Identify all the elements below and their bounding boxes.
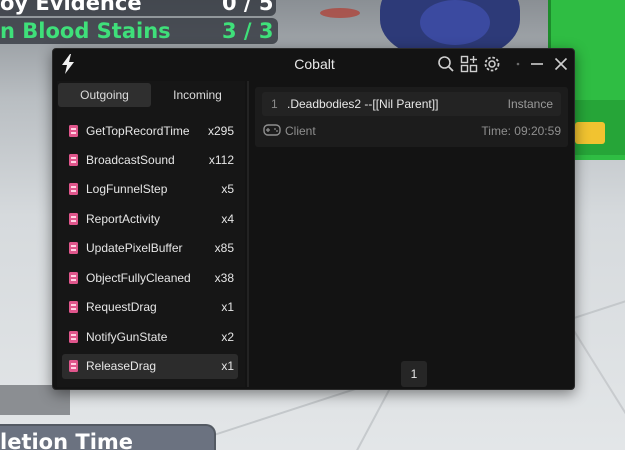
remote-name: GetTopRecordTime — [86, 124, 190, 138]
completion-time-panel: letion Time — [0, 424, 216, 450]
remote-item-gettoprecordtime[interactable]: GetTopRecordTime x295 — [62, 119, 238, 144]
titlebar[interactable]: Cobalt — [53, 49, 576, 79]
objective-evidence: oy Evidence 0 / 5 — [0, 0, 276, 16]
call-details-panel: 1 .Deadbodies2 --[[Nil Parent]] Instance… — [251, 81, 571, 387]
remote-item-requestdrag[interactable]: RequestDrag x1 — [62, 295, 238, 320]
remote-name: ObjectFullyCleaned — [86, 271, 191, 285]
close-icon[interactable] — [552, 55, 570, 73]
remote-item-releasedrag[interactable]: ReleaseDrag x1 — [62, 354, 238, 379]
remote-call-count: x4 — [221, 212, 234, 226]
remote-name: BroadcastSound — [86, 153, 175, 167]
objective-blood-stains: n Blood Stains 3 / 3 — [0, 18, 278, 44]
remote-event-icon — [69, 242, 78, 254]
completion-time-label: letion Time — [0, 430, 134, 450]
minimize-icon[interactable] — [528, 55, 546, 73]
call-entry[interactable]: 1 .Deadbodies2 --[[Nil Parent]] Instance… — [255, 87, 568, 147]
remote-item-logfunnelstep[interactable]: LogFunnelStep x5 — [62, 177, 238, 202]
remote-item-reportactivity[interactable]: ReportActivity x4 — [62, 207, 238, 232]
remote-event-icon — [69, 183, 78, 195]
remote-name: UpdatePixelBuffer — [86, 241, 183, 255]
remote-event-icon — [69, 272, 78, 284]
remote-event-icon — [69, 213, 78, 225]
separator-dot-icon — [509, 55, 520, 73]
remote-event-icon — [69, 360, 78, 372]
direction-tabs: Outgoing Incoming — [57, 83, 245, 107]
remote-name: NotifyGunState — [86, 330, 168, 344]
tab-outgoing[interactable]: Outgoing — [58, 83, 151, 107]
objective-blood-count: 3 / 3 — [222, 19, 274, 43]
panel-divider[interactable] — [247, 81, 249, 387]
call-timestamp: Time: 09:20:59 — [481, 124, 561, 138]
remote-name: ReportActivity — [86, 212, 161, 226]
remote-list-panel: Outgoing Incoming GetTopRecordTime x295 … — [57, 81, 245, 387]
remote-event-icon — [69, 125, 78, 137]
remote-call-count: x2 — [221, 330, 234, 344]
character-head — [420, 0, 490, 45]
gamepad-icon — [263, 124, 281, 136]
objective-blood-label: n Blood Stains — [0, 19, 171, 43]
add-widget-icon[interactable] — [460, 55, 478, 73]
remote-call-count: x1 — [221, 359, 234, 373]
tab-incoming[interactable]: Incoming — [151, 83, 244, 107]
remote-call-count: x112 — [208, 153, 234, 167]
argument-row[interactable]: 1 .Deadbodies2 --[[Nil Parent]] Instance — [262, 92, 561, 116]
remote-call-count: x85 — [214, 241, 234, 255]
remote-name: ReleaseDrag — [86, 359, 157, 373]
cobalt-window: Cobalt Outgoing Incoming GetTopRecordTim… — [52, 48, 575, 390]
yellow-handle — [575, 122, 605, 144]
remote-event-icon — [69, 331, 78, 343]
objective-evidence-count: 0 / 5 — [222, 0, 274, 15]
objective-evidence-label: oy Evidence — [0, 0, 142, 15]
blood-stain — [320, 8, 360, 18]
search-icon[interactable] — [437, 55, 455, 73]
remote-item-notifygunstate[interactable]: NotifyGunState x2 — [62, 325, 238, 350]
remote-call-count: x295 — [207, 124, 234, 138]
remote-item-objectfullycleaned[interactable]: ObjectFullyCleaned x38 — [62, 266, 238, 291]
remote-event-icon — [69, 301, 78, 313]
remote-item-broadcastsound[interactable]: BroadcastSound x112 — [62, 148, 238, 173]
argument-type: Instance — [507, 97, 553, 111]
remote-event-icon — [69, 154, 78, 166]
gear-icon[interactable] — [483, 55, 501, 73]
remote-call-count: x1 — [221, 300, 234, 314]
remote-name: RequestDrag — [86, 300, 157, 314]
remote-item-updatepixelbuffer[interactable]: UpdatePixelBuffer x85 — [62, 236, 238, 261]
remote-call-count: x5 — [221, 182, 234, 196]
page-button-current[interactable]: 1 — [401, 361, 427, 387]
remote-name: LogFunnelStep — [86, 182, 168, 196]
call-context-label: Client — [285, 124, 316, 138]
argument-value: .Deadbodies2 --[[Nil Parent]] — [287, 97, 439, 111]
remote-call-count: x38 — [214, 271, 234, 285]
argument-index: 1 — [271, 97, 278, 111]
